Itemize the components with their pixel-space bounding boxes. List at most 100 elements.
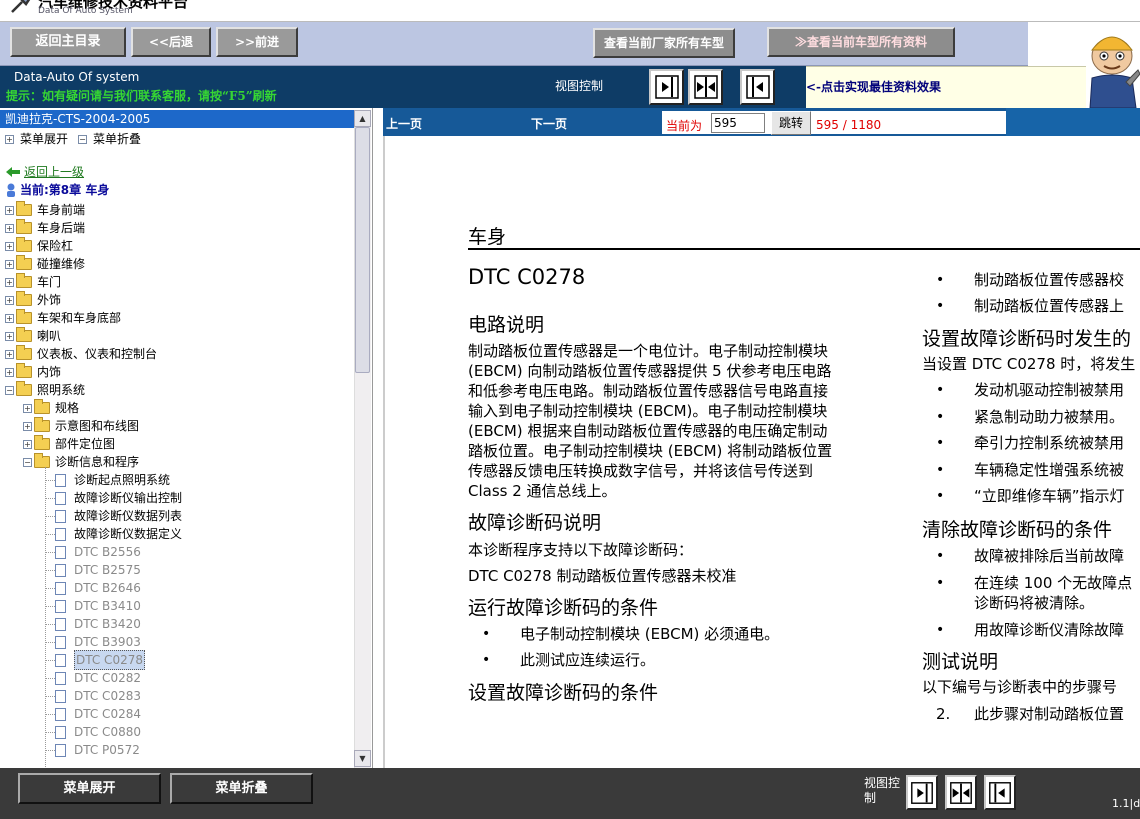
dtc-desc-code: DTC C0278 制动踏板位置传感器未校准 [468, 567, 737, 585]
all-data-button[interactable]: ≫查看当前车型所有资料 [767, 27, 955, 57]
tree-leaf-label: DTC P0572 [74, 743, 140, 757]
document-icon [55, 671, 66, 685]
next-page-link[interactable]: 下一页 [531, 115, 567, 132]
clear-item: 在连续 100 个无故障点 [974, 574, 1133, 592]
document-icon [55, 743, 66, 757]
folder-icon [16, 237, 32, 252]
plus-box-icon[interactable]: + [5, 205, 14, 215]
tree-leaf[interactable]: DTC C0880 [55, 723, 141, 741]
tree-leaf[interactable]: DTC C0283 [55, 687, 141, 705]
tree-collapse-all[interactable]: − 菜单折叠 [78, 130, 141, 148]
plus-box-icon[interactable]: + [5, 223, 14, 233]
tree-connector [45, 624, 55, 625]
tree-leaf[interactable]: 故障诊断仪数据定义 [55, 525, 182, 543]
prev-page-link[interactable]: 上一页 [386, 115, 422, 132]
bottom-collapse-button[interactable]: 菜单折叠 [170, 773, 313, 804]
current-chapter-label: 当前:第8章 车身 [20, 183, 110, 197]
tree-leaf[interactable]: DTC C0284 [55, 705, 141, 723]
tree-subfolder[interactable]: + 规格 [23, 399, 79, 417]
info-person-icon [7, 183, 15, 197]
plus-box-icon[interactable]: + [5, 277, 14, 287]
all-makes-button[interactable]: 查看当前厂家所有车型 [593, 28, 735, 58]
folder-open-icon [34, 453, 50, 468]
plus-box-icon[interactable]: + [5, 313, 14, 323]
back-button[interactable]: <<后退 [131, 27, 211, 57]
tree-folder[interactable]: + 内饰 [5, 363, 61, 381]
tree-leaf[interactable]: DTC P0572 [55, 741, 140, 759]
scroll-up-button[interactable]: ▲ [354, 110, 371, 127]
circuit-line: 和低参考电压电路。制动踏板位置传感器信号电路直接 [468, 382, 829, 400]
split-icon [950, 781, 972, 804]
tree-leaf[interactable]: 诊断起点照明系统 [55, 471, 170, 489]
tree-expand-all[interactable]: + 菜单展开 [5, 130, 68, 148]
run-condition-item: 此测试应连续运行。 [520, 651, 656, 669]
tree-leaf[interactable]: 故障诊断仪输出控制 [55, 489, 182, 507]
tree-folder[interactable]: + 仪表板、仪表和控制台 [5, 345, 157, 363]
go-button[interactable]: 跳转 [771, 111, 811, 135]
plus-box-icon[interactable]: + [5, 331, 14, 341]
tree-leaf[interactable]: DTC B3903 [55, 633, 141, 651]
tree-subfolder[interactable]: + 部件定位图 [23, 435, 115, 453]
tree-folder[interactable]: + 喇叭 [5, 327, 61, 345]
bottom-expand-button[interactable]: 菜单展开 [18, 773, 161, 804]
plus-box-icon[interactable]: + [5, 259, 14, 269]
tree-leaf-label: DTC C0278 [74, 650, 145, 670]
view-expand-left-button[interactable] [740, 69, 775, 105]
back-up-link[interactable]: 返回上一级 [5, 163, 84, 181]
plus-box-icon[interactable]: + [23, 403, 32, 413]
set-condition-item: 制动踏板位置传感器校 [974, 271, 1125, 289]
scroll-down-button[interactable]: ▼ [354, 750, 371, 767]
tree-subfolder[interactable]: − 诊断信息和程序 [23, 453, 139, 471]
tree-connector [45, 660, 55, 661]
page-number-input[interactable] [711, 113, 765, 133]
bullet: • [482, 626, 491, 642]
tree-leaf[interactable]: DTC C0282 [55, 669, 141, 687]
tree-leaf[interactable]: DTC B2646 [55, 579, 141, 597]
tree-leaf-label: DTC B3410 [74, 599, 141, 613]
tree-leaf[interactable]: 故障诊断仪数据列表 [55, 507, 182, 525]
tree-leaf[interactable]: DTC B3410 [55, 597, 141, 615]
tree-leaf-label: DTC B3903 [74, 635, 141, 649]
tree-leaf[interactable]: DTC B2556 [55, 543, 141, 561]
tree-folder[interactable]: + 外饰 [5, 291, 61, 309]
bottom-view-expand-right-button[interactable] [906, 775, 938, 810]
tree-leaf[interactable]: DTC B3420 [55, 615, 141, 633]
section-title: 车身 [468, 226, 507, 248]
tree-folder-label: 喇叭 [37, 329, 62, 343]
tree-leaf-label: 故障诊断仪数据列表 [74, 509, 183, 523]
tree-leaf[interactable]: DTC B2575 [55, 561, 141, 579]
tree-leaf[interactable]: DTC C0278 [55, 650, 145, 670]
minus-box-icon[interactable]: − [5, 385, 14, 395]
tree-folder[interactable]: + 车身前端 [5, 201, 85, 219]
tree-folder[interactable]: + 车身后端 [5, 219, 85, 237]
plus-box-icon[interactable]: + [23, 439, 32, 449]
view-split-button[interactable] [688, 69, 723, 105]
document-icon [55, 563, 66, 577]
plus-box-icon[interactable]: + [5, 295, 14, 305]
bottom-view-expand-left-button[interactable] [984, 775, 1016, 810]
plus-box-icon[interactable]: + [5, 241, 14, 251]
bottom-view-split-button[interactable] [945, 775, 977, 810]
version-label: 1.1|d [1112, 797, 1140, 810]
view-expand-right-button[interactable] [649, 69, 684, 105]
forward-button[interactable]: >>前进 [216, 27, 298, 57]
tree-subfolder[interactable]: + 示意图和布线图 [23, 417, 139, 435]
tree-folder[interactable]: + 车架和车身底部 [5, 309, 121, 327]
collapse-all-label: 菜单折叠 [93, 132, 142, 146]
home-button[interactable]: 返回主目录 [10, 27, 126, 57]
notice-text: 提示：如有疑问请与我们联系客服，请按“F5”刷新 [6, 89, 277, 103]
bullet: • [936, 461, 945, 478]
tree-folder[interactable]: + 车门 [5, 273, 61, 291]
folder-icon [16, 219, 32, 234]
tree-folder-label: 保险杠 [37, 239, 74, 253]
tree-folder[interactable]: + 碰撞维修 [5, 255, 85, 273]
tree-folder[interactable]: + 保险杠 [5, 237, 73, 255]
plus-box-icon[interactable]: + [5, 367, 14, 377]
test-item-number: 2. [936, 705, 951, 723]
scroll-thumb[interactable] [355, 127, 370, 373]
test-item: 此步骤对制动踏板位置 [974, 705, 1125, 723]
plus-box-icon[interactable]: + [5, 349, 14, 359]
minus-box-icon[interactable]: − [23, 457, 32, 467]
plus-box-icon[interactable]: + [23, 421, 32, 431]
tree-folder[interactable]: − 照明系统 [5, 381, 85, 399]
